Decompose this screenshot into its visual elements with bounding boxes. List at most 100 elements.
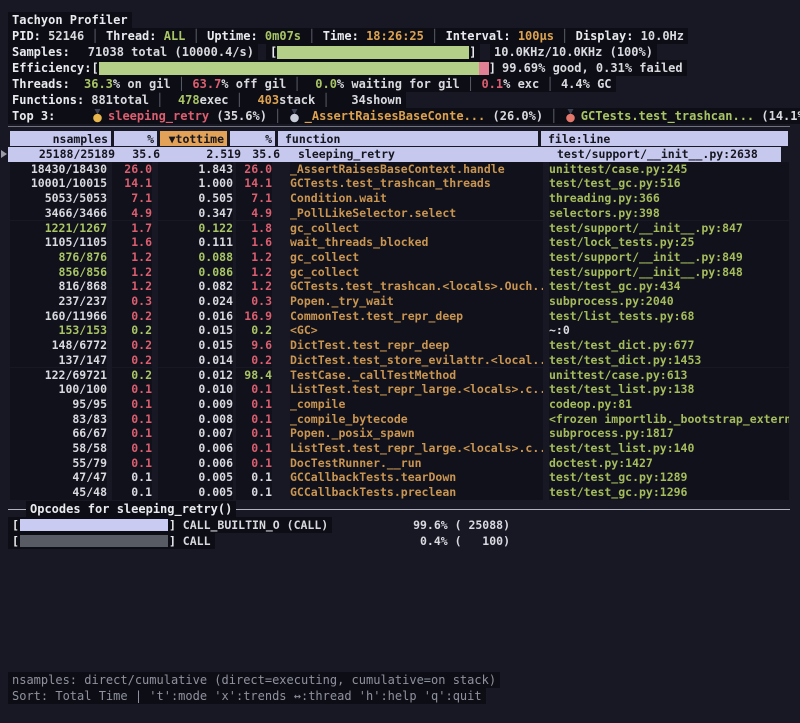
function-cell: gc_collect [290,221,543,236]
table-row[interactable]: 47/470.10.0050.1GCCallbackTests.tearDown… [0,470,800,485]
table-row[interactable]: 816/8681.20.0821.2GCTests.test_trashcan.… [0,279,800,294]
function-cell: GCCallbackTests.tearDown [290,470,543,485]
pct-direct-cell: 0.2 [112,323,152,338]
opcode-bar-chip: [] CALL_BUILTIN_O (CALL) [8,517,332,533]
pct-cumulative-cell: 0.1 [236,485,272,500]
table-row-selected[interactable]: 25188/2518935.62.51935.6sleeping_retryte… [8,147,781,162]
pct-direct-cell: 1.2 [112,265,152,280]
pct-direct-cell: 1.7 [112,221,152,236]
opcode-bar [20,535,168,547]
tottime-cell: 0.014 [158,353,233,368]
file-line-cell: test/test_gc.py:516 [549,176,789,191]
pct-cumulative-cell: 26.0 [236,162,272,177]
pct-cumulative-cell: 4.9 [236,206,272,221]
tottime-cell: 0.082 [158,279,233,294]
top3-line: Top 3:sleeping_retry (35.6%) │ _AssertRa… [8,108,800,124]
table-row[interactable]: 137/1470.20.0140.2DictTest.test_store_ev… [0,353,800,368]
table-row[interactable]: 3466/34664.90.3474.9_PollLikeSelector.se… [0,206,800,221]
pct-cumulative-cell: 0.1 [236,441,272,456]
pct-cumulative-cell: 7.1 [236,191,272,206]
table-row[interactable]: 10001/1001514.11.00014.1GCTests.test_tra… [0,176,800,191]
table-row[interactable]: 1221/12671.70.1221.8gc_collecttest/suppo… [0,221,800,236]
pct-direct-cell: 7.1 [112,191,152,206]
tottime-cell: 0.006 [158,441,233,456]
pct-cumulative-cell: 14.1 [236,176,272,191]
function-cell: <GC> [290,323,543,338]
separator: │ [149,93,171,107]
function-cell: GCCallbackTests.preclean [290,485,543,500]
file-line-cell: unittest/case.py:613 [549,368,789,383]
stat-item: 881total [84,93,149,107]
table-row[interactable]: 58/580.10.0060.1ListTest.test_repr_large… [0,441,800,456]
efficiency-bar-open-bracket: [ [91,61,98,75]
tottime-cell: 0.111 [158,235,233,250]
pct-cumulative-cell: 0.1 [236,426,272,441]
samples-rate-bar [277,46,469,59]
nsamples-cell: 5053/5053 [10,191,107,206]
function-cell: TestCase._callTestMethod [290,368,543,383]
nsamples-cell: 160/11966 [10,309,107,324]
column-header-pct-direct[interactable]: % [114,131,157,146]
function-cell: ListTest.test_repr_large.<locals>.c... [290,382,543,397]
functions-stats: 881total │ 478exec │ 403stack │ 34shown [84,93,402,107]
table-row[interactable]: 148/67720.20.0159.6DictTest.test_repr_de… [0,338,800,353]
nsamples-cell: 58/58 [10,441,107,456]
pct-direct-cell: 0.1 [112,397,152,412]
table-row[interactable]: 55/790.10.0060.1DocTestRunner.__rundocte… [0,456,800,471]
column-header-file-line[interactable]: file:line [541,131,788,146]
file-line-cell: codeop.py:81 [549,397,789,412]
column-header-function[interactable]: function [278,131,538,146]
table-row[interactable]: 100/1000.10.0100.1ListTest.test_repr_lar… [0,382,800,397]
table-row[interactable]: 1105/11051.60.1111.6wait_threads_blocked… [0,235,800,250]
column-header-nsamples[interactable]: nsamples [10,131,111,146]
opcodes-header: Opcodes for sleeping_retry() [8,501,790,517]
efficiency-chip: Efficiency:[] [8,60,500,76]
file-line-cell: test/support/__init__.py:847 [549,221,789,236]
table-row[interactable]: 153/1530.20.0150.2<GC>~:0 [0,323,800,338]
top3-list: sleeping_retry (35.6%) │ _AssertRaisesBa… [92,109,800,123]
table-row[interactable]: 5053/50537.10.5057.1Condition.waitthread… [0,191,800,206]
file-line-cell: test/list_tests.py:68 [549,309,789,324]
tottime-cell: 2.519 [166,147,241,162]
table-row[interactable]: 237/2370.30.0240.3Popen._try_waitsubproc… [0,294,800,309]
tottime-cell: 0.009 [158,397,233,412]
table-row[interactable]: 122/697210.20.01298.4TestCase._callTestM… [0,368,800,383]
file-line-cell: test/support/__init__.py:848 [549,265,789,280]
table-row[interactable]: 18430/1843026.01.84326.0_AssertRaisesBas… [0,162,800,177]
samples-label-chip: Samples: 71038 total (10000.4/s) [8,44,258,60]
separator: │ [171,77,193,91]
functions-chip: Functions: 881total │ 478exec │ 403stack… [8,92,406,108]
nsamples-cell: 10001/10015 [10,176,107,191]
pct-cumulative-cell: 0.3 [236,294,272,309]
tachyon-profiler-window: Tachyon Profiler PID: 52146 │ Thread: AL… [0,0,800,723]
file-line-cell: test/test_dict.py:1453 [549,353,789,368]
file-line-cell: test/test_list.py:138 [549,382,789,397]
table-row[interactable]: 95/950.10.0090.1_compilecodeop.py:81 [0,397,800,412]
table-row[interactable]: 876/8761.20.0881.2gc_collecttest/support… [0,250,800,265]
pct-direct-cell: 35.6 [120,147,160,162]
threads-chip: Threads:36.3% on gil │ 63.7% off gil │ 0… [8,76,616,92]
table-row[interactable]: 856/8561.20.0861.2gc_collecttest/support… [0,265,800,280]
function-cell: DocTestRunner.__run [290,456,543,471]
efficiency-label: Efficiency: [12,61,91,75]
file-line-cell: <frozen importlib._bootstrap_externa [549,412,789,427]
pct-direct-cell: 0.3 [112,294,152,309]
function-cell: GCTests.test_trashcan.<locals>.Ouch... [290,279,543,294]
table-row[interactable]: 83/830.10.0080.1_compile_bytecode<frozen… [0,412,800,427]
opcode-row: [] CALL_BUILTIN_O (CALL)99.6% ( 25088) [8,517,790,532]
tottime-cell: 0.015 [158,338,233,353]
table-row[interactable]: 160/119660.20.01616.9CommonTest.test_rep… [0,309,800,324]
function-cell: _compile_bytecode [290,412,543,427]
pct-cumulative-cell: 1.2 [236,265,272,280]
tottime-cell: 1.000 [158,176,233,191]
column-header-pct-cumulative[interactable]: % [230,131,275,146]
nsamples-cell: 18430/18430 [10,162,107,177]
samples-bar-chip: [] [266,44,480,60]
top3-item: GCTests.test_trashcan... (14.1%) [565,109,800,123]
column-header-tottime-sorted[interactable]: ▼tottime [160,131,227,146]
pct-cumulative-cell: 0.2 [236,323,272,338]
table-row[interactable]: 45/480.10.0050.1GCCallbackTests.preclean… [0,485,800,500]
table-row[interactable]: 66/670.10.0070.1Popen._posix_spawnsubpro… [0,426,800,441]
opcodes-title: Opcodes for sleeping_retry() [26,501,236,517]
footer-keybinds: Sort: Total Time | 't':mode 'x':trends ↔… [8,688,486,704]
